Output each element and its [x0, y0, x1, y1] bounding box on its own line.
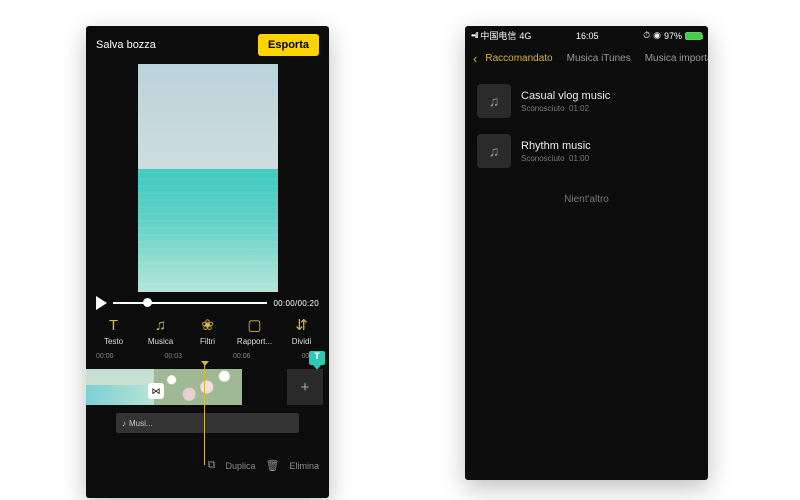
tool-text[interactable]: T Testo — [90, 317, 137, 346]
clip-1[interactable] — [86, 369, 154, 405]
tool-label: Musica — [137, 337, 184, 346]
music-icon: ♫ — [137, 317, 184, 335]
transition-button[interactable]: ⋈ — [148, 383, 164, 399]
tab-itunes[interactable]: Musica iTunes — [567, 53, 631, 64]
time-display: 00:00/00:20 — [273, 299, 319, 308]
music-item[interactable]: ♫ Casual vlog music Sconosciuto 01:02 — [465, 76, 708, 126]
play-icon[interactable] — [96, 296, 107, 310]
tool-label: Filtri — [184, 337, 231, 346]
tick: 00:06 — [233, 353, 251, 360]
battery-icon — [685, 32, 702, 40]
delete-button[interactable]: Elimina — [289, 461, 319, 471]
filters-icon: ❀ — [184, 317, 231, 335]
tab-imported[interactable]: Musica importata — [645, 53, 708, 64]
duplicate-icon[interactable]: ⧉ — [208, 459, 216, 472]
music-track-label: Musi... — [129, 419, 153, 428]
music-cover-icon: ♫ — [477, 84, 511, 118]
add-clip-button[interactable]: + — [287, 369, 323, 405]
preview-sky — [138, 64, 278, 169]
ratio-icon: ▢ — [231, 317, 278, 335]
text-marker[interactable]: T — [309, 351, 325, 365]
music-subtitle: Sconosciuto 01:02 — [521, 104, 610, 113]
list-end-label: Nient'altro — [465, 194, 708, 205]
text-marker-label: T — [309, 351, 325, 361]
video-editor-screen: Salva bozza Esporta 00:00/00:20 T Testo … — [86, 26, 329, 498]
clock: 16:05 — [576, 31, 599, 41]
battery-label: 97% — [664, 31, 682, 41]
scrub-handle[interactable] — [143, 298, 152, 307]
timeline-ticks: 00:00 00:03 00:06 00:09 — [86, 350, 329, 361]
music-note-icon: ♪ — [122, 419, 126, 428]
save-draft-button[interactable]: Salva bozza — [96, 39, 156, 51]
music-title: Casual vlog music — [521, 90, 610, 102]
tool-split[interactable]: ⇵ Dividi — [278, 317, 325, 346]
clip-2[interactable] — [154, 369, 242, 405]
music-list: ♫ Casual vlog music Sconosciuto 01:02 ♫ … — [465, 72, 708, 180]
tool-label: Testo — [90, 337, 137, 346]
playback-row: 00:00/00:20 — [86, 292, 329, 312]
signal-icon: ••ıll — [471, 31, 477, 40]
music-item[interactable]: ♫ Rhythm music Sconosciuto 01:00 — [465, 126, 708, 176]
music-subtitle: Sconosciuto 01:00 — [521, 154, 591, 163]
tick: 00:03 — [164, 353, 182, 360]
tool-label: Dividi — [278, 337, 325, 346]
scrub-bar[interactable] — [113, 302, 267, 304]
export-button[interactable]: Esporta — [258, 34, 319, 56]
playhead[interactable] — [204, 361, 205, 465]
bottom-bar: ⧉ Duplica 🗑 Elimina — [86, 433, 329, 478]
timeline[interactable]: T + ⋈ — [86, 363, 329, 411]
music-tabs: ‹ Raccomandato Musica iTunes Musica impo… — [465, 45, 708, 72]
alarm-icon: ⏱ — [643, 30, 650, 41]
tool-label: Rapport... — [231, 337, 278, 346]
tool-filters[interactable]: ❀ Filtri — [184, 317, 231, 346]
network-label: 4G — [519, 31, 531, 41]
trash-icon[interactable]: 🗑 — [266, 459, 280, 472]
preview-sea — [138, 169, 278, 292]
back-icon[interactable]: ‹ — [473, 51, 477, 66]
tool-music[interactable]: ♫ Musica — [137, 317, 184, 346]
clip-row: + ⋈ — [86, 369, 329, 405]
editor-topbar: Salva bozza Esporta — [86, 26, 329, 64]
video-preview[interactable] — [138, 64, 278, 292]
music-title: Rhythm music — [521, 140, 591, 152]
tool-ratio[interactable]: ▢ Rapport... — [231, 317, 278, 346]
status-bar: ••ıll 中国电信 4G 16:05 ⏱ ◉ 97% — [465, 26, 708, 45]
music-picker-screen: ••ıll 中国电信 4G 16:05 ⏱ ◉ 97% ‹ Raccomanda… — [465, 26, 708, 480]
tab-recommended[interactable]: Raccomandato — [485, 53, 552, 64]
lock-icon: ◉ — [653, 30, 661, 41]
tool-row: T Testo ♫ Musica ❀ Filtri ▢ Rapport... ⇵… — [86, 312, 329, 350]
tick: 00:00 — [96, 353, 114, 360]
music-track[interactable]: ♪ Musi... — [116, 413, 299, 433]
text-icon: T — [90, 317, 137, 335]
music-cover-icon: ♫ — [477, 134, 511, 168]
split-icon: ⇵ — [278, 317, 325, 335]
carrier-label: 中国电信 — [480, 29, 516, 42]
duplicate-button[interactable]: Duplica — [226, 461, 256, 471]
